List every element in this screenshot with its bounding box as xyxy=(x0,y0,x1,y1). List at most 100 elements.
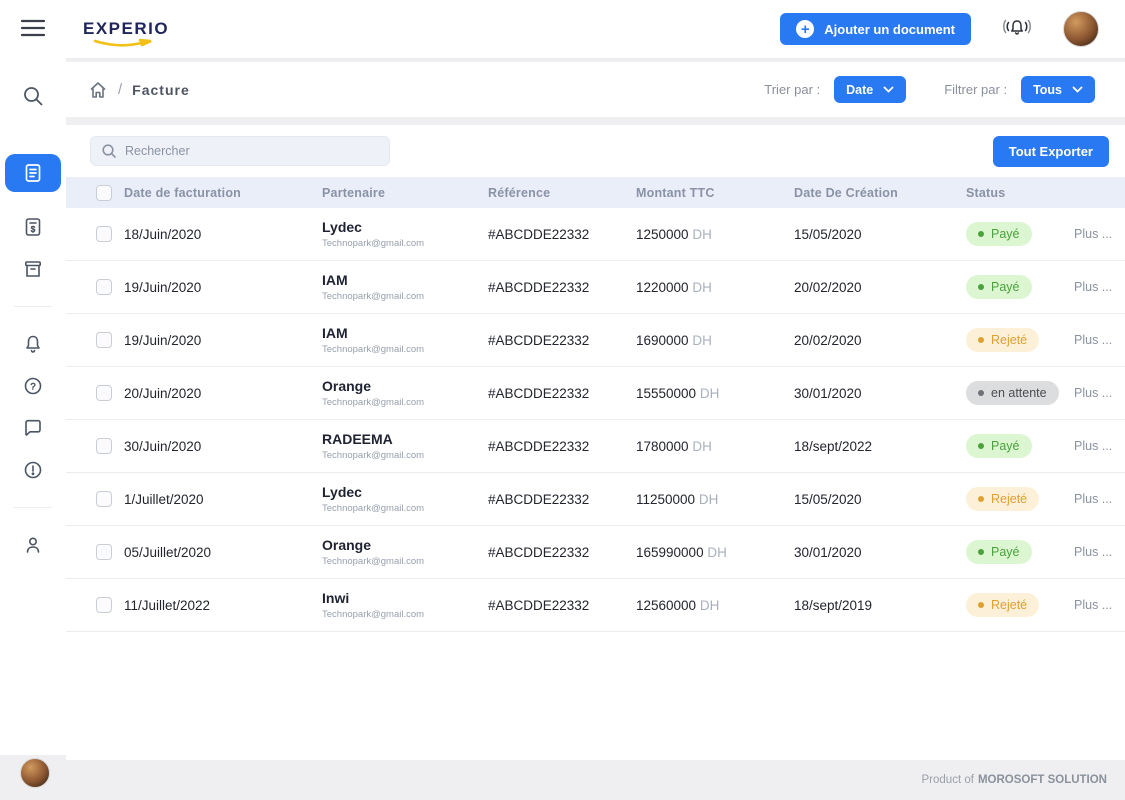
row-checkbox[interactable] xyxy=(96,491,112,507)
sort-dropdown[interactable]: Date xyxy=(834,76,906,103)
billing-document-icon: $ xyxy=(23,217,43,237)
row-checkbox[interactable] xyxy=(96,438,112,454)
invoice-document-icon xyxy=(23,163,43,183)
bell-icon xyxy=(23,334,43,354)
status-dot-icon xyxy=(978,337,984,343)
row-checkbox[interactable] xyxy=(96,332,112,348)
filter-value: Tous xyxy=(1033,83,1062,97)
table-row: 20/Juin/2020 Orange Technopark@gmail.com… xyxy=(66,367,1125,420)
status-dot-icon xyxy=(978,602,984,608)
invoice-date: 18/Juin/2020 xyxy=(124,227,322,242)
sidebar: $ ? xyxy=(0,0,66,755)
partner-email: Technopark@gmail.com xyxy=(322,291,488,302)
export-all-button[interactable]: Tout Exporter xyxy=(993,136,1109,167)
status-dot-icon xyxy=(978,443,984,449)
sidebar-divider xyxy=(14,306,52,307)
footer-prefix: Product of xyxy=(922,774,974,786)
currency-label: DH xyxy=(707,545,727,560)
row-more-button[interactable]: Plus ... xyxy=(1066,598,1125,612)
partner-name: IAM xyxy=(322,272,488,288)
creation-date: 30/01/2020 xyxy=(794,545,966,560)
status-label: Payé xyxy=(991,280,1020,294)
partner-name: Orange xyxy=(322,378,488,394)
row-more-button[interactable]: Plus ... xyxy=(1066,439,1125,453)
user-avatar[interactable] xyxy=(1063,11,1099,47)
creation-date: 18/sept/2019 xyxy=(794,598,966,613)
filter-dropdown[interactable]: Tous xyxy=(1021,76,1095,103)
sidebar-item-help[interactable]: ? xyxy=(10,365,56,407)
app-logo[interactable]: EXPERIO xyxy=(83,19,169,39)
invoice-date: 19/Juin/2020 xyxy=(124,333,322,348)
currency-label: DH xyxy=(692,280,712,295)
chat-bubble-icon xyxy=(23,418,43,438)
row-more-button[interactable]: Plus ... xyxy=(1066,227,1125,241)
svg-text:?: ? xyxy=(30,382,35,393)
row-more-button[interactable]: Plus ... xyxy=(1066,333,1125,347)
row-more-button[interactable]: Plus ... xyxy=(1066,492,1125,506)
currency-label: DH xyxy=(692,439,712,454)
status-dot-icon xyxy=(978,231,984,237)
row-checkbox[interactable] xyxy=(96,385,112,401)
status-dot-icon xyxy=(978,284,984,290)
alert-circle-icon xyxy=(23,460,43,480)
amount-value: 1690000 xyxy=(636,333,689,348)
footer-brand: MOROSOFT SOLUTION xyxy=(978,774,1107,786)
status-label: Payé xyxy=(991,227,1020,241)
search-icon xyxy=(101,143,117,159)
add-document-button[interactable]: + Ajouter un document xyxy=(780,13,971,45)
amount-value: 165990000 xyxy=(636,545,704,560)
select-all-checkbox[interactable] xyxy=(96,185,112,201)
plus-icon: + xyxy=(796,20,814,38)
sidebar-item-billing[interactable]: $ xyxy=(10,206,56,248)
column-header-amount: Montant TTC xyxy=(636,186,794,200)
row-checkbox[interactable] xyxy=(96,544,112,560)
currency-label: DH xyxy=(700,598,720,613)
search-input[interactable] xyxy=(125,144,379,158)
row-checkbox[interactable] xyxy=(96,597,112,613)
row-checkbox[interactable] xyxy=(96,279,112,295)
partner-email: Technopark@gmail.com xyxy=(322,609,488,620)
status-badge: Payé xyxy=(966,222,1032,246)
hamburger-menu-button[interactable] xyxy=(10,8,56,48)
table-row: 19/Juin/2020 IAM Technopark@gmail.com #A… xyxy=(66,314,1125,367)
column-header-created: Date De Création xyxy=(794,186,966,200)
status-label: Payé xyxy=(991,545,1020,559)
status-dot-icon xyxy=(978,549,984,555)
home-icon[interactable] xyxy=(88,80,108,100)
add-document-label: Ajouter un document xyxy=(824,22,955,37)
creation-date: 20/02/2020 xyxy=(794,333,966,348)
status-badge: Rejeté xyxy=(966,487,1039,511)
invoice-date: 05/Juillet/2020 xyxy=(124,545,322,560)
amount-value: 15550000 xyxy=(636,386,696,401)
partner-email: Technopark@gmail.com xyxy=(322,503,488,514)
amount-value: 1780000 xyxy=(636,439,689,454)
table-row: 30/Juin/2020 RADEEMA Technopark@gmail.co… xyxy=(66,420,1125,473)
sidebar-item-profile[interactable] xyxy=(10,524,56,566)
sort-value: Date xyxy=(846,83,873,97)
column-header-date: Date de facturation xyxy=(124,186,322,200)
breadcrumb-page-title: Facture xyxy=(132,82,190,98)
creation-date: 20/02/2020 xyxy=(794,280,966,295)
top-header: EXPERIO + Ajouter un document xyxy=(66,0,1125,60)
row-more-button[interactable]: Plus ... xyxy=(1066,280,1125,294)
column-header-reference: Référence xyxy=(488,186,636,200)
invoice-reference: #ABCDDE22332 xyxy=(488,439,636,454)
sidebar-item-orders[interactable] xyxy=(10,248,56,290)
sidebar-item-notifications[interactable] xyxy=(10,323,56,365)
status-badge: en attente xyxy=(966,381,1059,405)
row-more-button[interactable]: Plus ... xyxy=(1066,386,1125,400)
sidebar-item-alerts[interactable] xyxy=(10,449,56,491)
table-body: 18/Juin/2020 Lydec Technopark@gmail.com … xyxy=(66,208,1125,632)
notification-bell-icon[interactable] xyxy=(1001,16,1033,42)
table-header-row: Date de facturation Partenaire Référence… xyxy=(66,177,1125,208)
sidebar-item-messages[interactable] xyxy=(10,407,56,449)
invoice-reference: #ABCDDE22332 xyxy=(488,598,636,613)
export-all-label: Tout Exporter xyxy=(1009,144,1093,159)
sidebar-item-invoices-active[interactable] xyxy=(5,154,61,192)
sidebar-search-button[interactable] xyxy=(10,76,56,116)
invoice-reference: #ABCDDE22332 xyxy=(488,280,636,295)
status-badge: Rejeté xyxy=(966,328,1039,352)
row-checkbox[interactable] xyxy=(96,226,112,242)
status-badge: Payé xyxy=(966,434,1032,458)
row-more-button[interactable]: Plus ... xyxy=(1066,545,1125,559)
